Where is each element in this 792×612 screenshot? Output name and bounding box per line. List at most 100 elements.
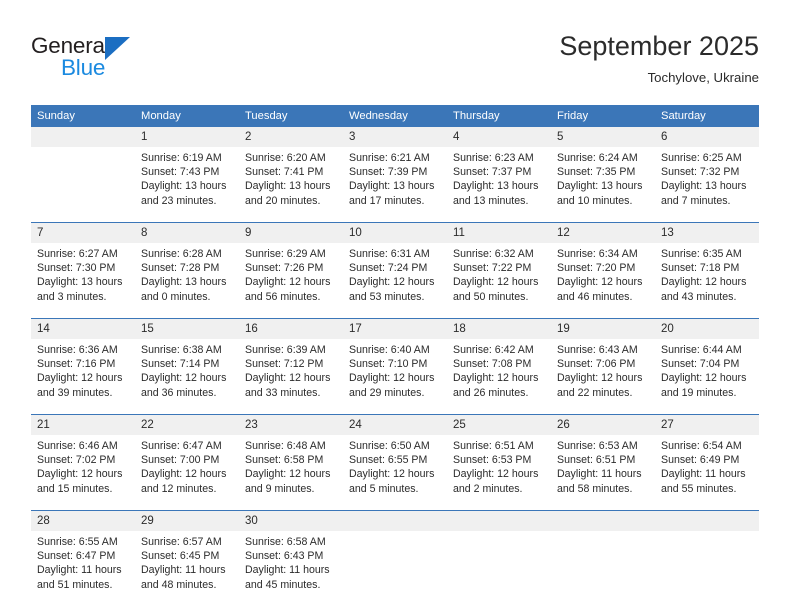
calendar-day-cell[interactable]: 26 Sunrise: 6:53 AM Sunset: 6:51 PM Dayligh…: [551, 414, 655, 511]
calendar-day-cell[interactable]: 11 Sunrise: 6:32 AM Sunset: 7:22 PM Dayligh…: [447, 222, 551, 319]
calendar-day-cell[interactable]: 14 Sunrise: 6:36 AM Sunset: 7:16 PM Dayligh…: [31, 318, 135, 415]
day-detail-line: and 2 minutes.: [453, 482, 523, 495]
calendar-week-row: 21 Sunrise: 6:46 AM Sunset: 7:02 PM Dayligh…: [31, 414, 759, 511]
day-detail-line: Daylight: 12 hours: [37, 372, 123, 385]
calendar-day-cell[interactable]: 28 Sunrise: 6:55 AM Sunset: 6:47 PM Dayligh…: [31, 510, 135, 606]
day-detail-line: Sunset: 7:30 PM: [37, 262, 116, 275]
day-detail-line: Sunset: 7:37 PM: [453, 166, 532, 179]
calendar-day-cell[interactable]: 27 Sunrise: 6:54 AM Sunset: 6:49 PM Dayligh…: [655, 414, 759, 511]
day-detail-line: Sunrise: 6:28 AM: [141, 248, 222, 260]
day-number: 27: [655, 415, 759, 435]
day-details: Sunrise: 6:24 AM Sunset: 7:35 PM Daylight:…: [551, 147, 655, 222]
calendar-day-cell[interactable]: 6 Sunrise: 6:25 AM Sunset: 7:32 PM Daylight…: [655, 127, 759, 223]
calendar-day-cell[interactable]: 19 Sunrise: 6:43 AM Sunset: 7:06 PM Dayligh…: [551, 318, 655, 415]
weekday-header-monday: Monday: [135, 105, 239, 127]
day-number: 14: [31, 319, 135, 339]
calendar-day-cell[interactable]: 20 Sunrise: 6:44 AM Sunset: 7:04 PM Dayligh…: [655, 318, 759, 415]
day-number: 28: [31, 511, 135, 531]
calendar-week-row: 14 Sunrise: 6:36 AM Sunset: 7:16 PM Dayligh…: [31, 318, 759, 415]
day-detail-line: Sunset: 7:02 PM: [37, 454, 116, 467]
calendar-day-cell[interactable]: 8 Sunrise: 6:28 AM Sunset: 7:28 PM Daylight…: [135, 222, 239, 319]
calendar-day-cell[interactable]: 23 Sunrise: 6:48 AM Sunset: 6:58 PM Dayligh…: [239, 414, 343, 511]
day-detail-line: Sunrise: 6:43 AM: [557, 344, 638, 356]
day-detail-line: Sunset: 6:47 PM: [37, 550, 116, 563]
day-detail-line: Sunrise: 6:42 AM: [453, 344, 534, 356]
day-details: Sunrise: 6:57 AM Sunset: 6:45 PM Daylight:…: [135, 531, 239, 606]
day-detail-line: Daylight: 12 hours: [141, 468, 227, 481]
day-detail-line: Sunset: 6:55 PM: [349, 454, 428, 467]
day-details: Sunrise: 6:54 AM Sunset: 6:49 PM Daylight:…: [655, 435, 759, 510]
calendar-day-cell[interactable]: 4 Sunrise: 6:23 AM Sunset: 7:37 PM Daylight…: [447, 127, 551, 223]
day-details: Sunrise: 6:39 AM Sunset: 7:12 PM Daylight:…: [239, 339, 343, 414]
day-number: 15: [135, 319, 239, 339]
day-detail-line: Sunrise: 6:44 AM: [661, 344, 742, 356]
calendar-day-cell[interactable]: 5 Sunrise: 6:24 AM Sunset: 7:35 PM Daylight…: [551, 127, 655, 223]
calendar-week-row: 1 Sunrise: 6:19 AM Sunset: 7:43 PM Daylight…: [31, 127, 759, 223]
calendar-page: General Blue September 2025 Tochylove, U…: [0, 0, 792, 612]
day-detail-line: Sunrise: 6:32 AM: [453, 248, 534, 260]
day-detail-line: Daylight: 11 hours: [557, 468, 642, 481]
day-detail-line: Daylight: 12 hours: [661, 372, 747, 385]
day-details: Sunrise: 6:36 AM Sunset: 7:16 PM Daylight:…: [31, 339, 135, 414]
day-detail-line: Sunrise: 6:27 AM: [37, 248, 118, 260]
calendar-day-cell[interactable]: 7 Sunrise: 6:27 AM Sunset: 7:30 PM Daylight…: [31, 222, 135, 319]
weekday-header-thursday: Thursday: [447, 105, 551, 127]
day-detail-line: Sunrise: 6:19 AM: [141, 152, 222, 164]
day-number: [551, 511, 655, 531]
calendar-day-cell[interactable]: 18 Sunrise: 6:42 AM Sunset: 7:08 PM Dayligh…: [447, 318, 551, 415]
calendar-day-cell[interactable]: 16 Sunrise: 6:39 AM Sunset: 7:12 PM Dayligh…: [239, 318, 343, 415]
day-detail-line: Daylight: 13 hours: [453, 180, 539, 193]
calendar-day-cell[interactable]: 21 Sunrise: 6:46 AM Sunset: 7:02 PM Dayligh…: [31, 414, 135, 511]
day-detail-line: Daylight: 12 hours: [557, 276, 643, 289]
day-detail-line: and 48 minutes.: [141, 578, 217, 591]
day-number: 29: [135, 511, 239, 531]
day-detail-line: and 39 minutes.: [37, 386, 113, 399]
day-details: Sunrise: 6:58 AM Sunset: 6:43 PM Daylight:…: [239, 531, 343, 606]
day-number: [31, 127, 135, 147]
day-details: Sunrise: 6:19 AM Sunset: 7:43 PM Daylight:…: [135, 147, 239, 222]
calendar-day-cell[interactable]: 25 Sunrise: 6:51 AM Sunset: 6:53 PM Dayligh…: [447, 414, 551, 511]
day-detail-line: and 13 minutes.: [453, 194, 529, 207]
calendar-day-cell[interactable]: 9 Sunrise: 6:29 AM Sunset: 7:26 PM Daylight…: [239, 222, 343, 319]
calendar-day-cell[interactable]: 3 Sunrise: 6:21 AM Sunset: 7:39 PM Daylight…: [343, 127, 447, 223]
day-number: 4: [447, 127, 551, 147]
calendar-week-row: 28 Sunrise: 6:55 AM Sunset: 6:47 PM Dayligh…: [31, 510, 759, 606]
calendar-day-cell[interactable]: 22 Sunrise: 6:47 AM Sunset: 7:00 PM Dayligh…: [135, 414, 239, 511]
day-detail-line: and 12 minutes.: [141, 482, 217, 495]
day-detail-line: and 46 minutes.: [557, 290, 633, 303]
day-number: 24: [343, 415, 447, 435]
day-details: Sunrise: 6:44 AM Sunset: 7:04 PM Daylight:…: [655, 339, 759, 414]
calendar-day-cell[interactable]: 13 Sunrise: 6:35 AM Sunset: 7:18 PM Dayligh…: [655, 222, 759, 319]
day-detail-line: Sunset: 6:51 PM: [557, 454, 636, 467]
day-detail-line: Sunrise: 6:40 AM: [349, 344, 430, 356]
calendar-day-cell[interactable]: 17 Sunrise: 6:40 AM Sunset: 7:10 PM Dayligh…: [343, 318, 447, 415]
day-detail-line: Daylight: 12 hours: [453, 468, 539, 481]
calendar-day-cell[interactable]: 12 Sunrise: 6:34 AM Sunset: 7:20 PM Dayligh…: [551, 222, 655, 319]
day-details: [551, 531, 655, 606]
day-detail-line: and 9 minutes.: [245, 482, 315, 495]
day-detail-line: and 45 minutes.: [245, 578, 321, 591]
day-number: 2: [239, 127, 343, 147]
day-details: Sunrise: 6:46 AM Sunset: 7:02 PM Daylight:…: [31, 435, 135, 510]
day-details: Sunrise: 6:43 AM Sunset: 7:06 PM Daylight:…: [551, 339, 655, 414]
day-detail-line: Daylight: 12 hours: [453, 276, 539, 289]
day-number: 21: [31, 415, 135, 435]
calendar-day-cell[interactable]: 24 Sunrise: 6:50 AM Sunset: 6:55 PM Dayligh…: [343, 414, 447, 511]
calendar-day-cell[interactable]: 2 Sunrise: 6:20 AM Sunset: 7:41 PM Daylight…: [239, 127, 343, 223]
day-detail-line: Daylight: 13 hours: [141, 276, 227, 289]
day-detail-line: Daylight: 11 hours: [37, 564, 122, 577]
calendar-day-cell[interactable]: 10 Sunrise: 6:31 AM Sunset: 7:24 PM Dayligh…: [343, 222, 447, 319]
day-detail-line: Daylight: 11 hours: [141, 564, 226, 577]
day-detail-line: and 3 minutes.: [37, 290, 107, 303]
calendar-day-cell[interactable]: 30 Sunrise: 6:58 AM Sunset: 6:43 PM Dayligh…: [239, 510, 343, 606]
day-detail-line: and 19 minutes.: [661, 386, 737, 399]
calendar-day-cell[interactable]: 1 Sunrise: 6:19 AM Sunset: 7:43 PM Daylight…: [135, 127, 239, 223]
day-number: 16: [239, 319, 343, 339]
day-detail-line: Sunrise: 6:23 AM: [453, 152, 534, 164]
day-detail-line: and 33 minutes.: [245, 386, 321, 399]
calendar-day-cell[interactable]: 15 Sunrise: 6:38 AM Sunset: 7:14 PM Dayligh…: [135, 318, 239, 415]
day-detail-line: and 22 minutes.: [557, 386, 633, 399]
calendar-day-cell-empty: [447, 510, 551, 606]
calendar-day-cell[interactable]: 29 Sunrise: 6:57 AM Sunset: 6:45 PM Dayligh…: [135, 510, 239, 606]
day-number: 10: [343, 223, 447, 243]
